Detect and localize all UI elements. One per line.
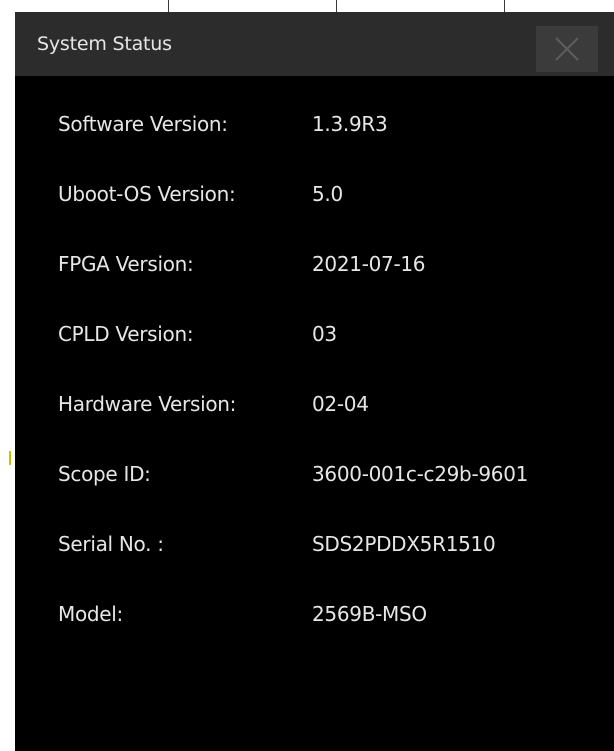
close-button[interactable] [536,26,598,72]
status-row-scope-id: Scope ID: 3600-001c-c29b-9601 [15,454,614,494]
status-value: 2569B-MSO [312,602,427,626]
status-row-serial-no: Serial No. : SDS2PDDX5R1510 [15,524,614,564]
system-status-dialog: System Status Software Version: 1.3.9R3 … [15,12,614,751]
close-icon [555,37,579,61]
status-label: CPLD Version: [58,322,194,346]
status-row-hardware-version: Hardware Version: 02-04 [15,384,614,424]
status-label: Scope ID: [58,462,151,486]
status-row-uboot-os-version: Uboot-OS Version: 5.0 [15,174,614,214]
status-row-software-version: Software Version: 1.3.9R3 [15,104,614,144]
status-label: Software Version: [58,112,228,136]
status-label: Model: [58,602,123,626]
status-value: 5.0 [312,182,343,206]
grid-line [504,0,505,12]
status-row-cpld-version: CPLD Version: 03 [15,314,614,354]
status-label: Uboot-OS Version: [58,182,236,206]
status-label: Hardware Version: [58,392,237,416]
dialog-title: System Status [37,33,172,55]
channel-marker [9,451,11,465]
status-value: 3600-001c-c29b-9601 [312,462,529,486]
dialog-titlebar: System Status [15,12,614,76]
status-label: Serial No. : [58,532,164,556]
status-value: SDS2PDDX5R1510 [312,532,496,556]
status-value: 1.3.9R3 [312,112,388,136]
grid-line [168,0,169,12]
status-label: FPGA Version: [58,252,194,276]
status-value: 2021-07-16 [312,252,426,276]
status-value: 02-04 [312,392,369,416]
status-value: 03 [312,322,337,346]
status-row-fpga-version: FPGA Version: 2021-07-16 [15,244,614,284]
grid-line [336,0,337,12]
status-row-model: Model: 2569B-MSO [15,594,614,634]
